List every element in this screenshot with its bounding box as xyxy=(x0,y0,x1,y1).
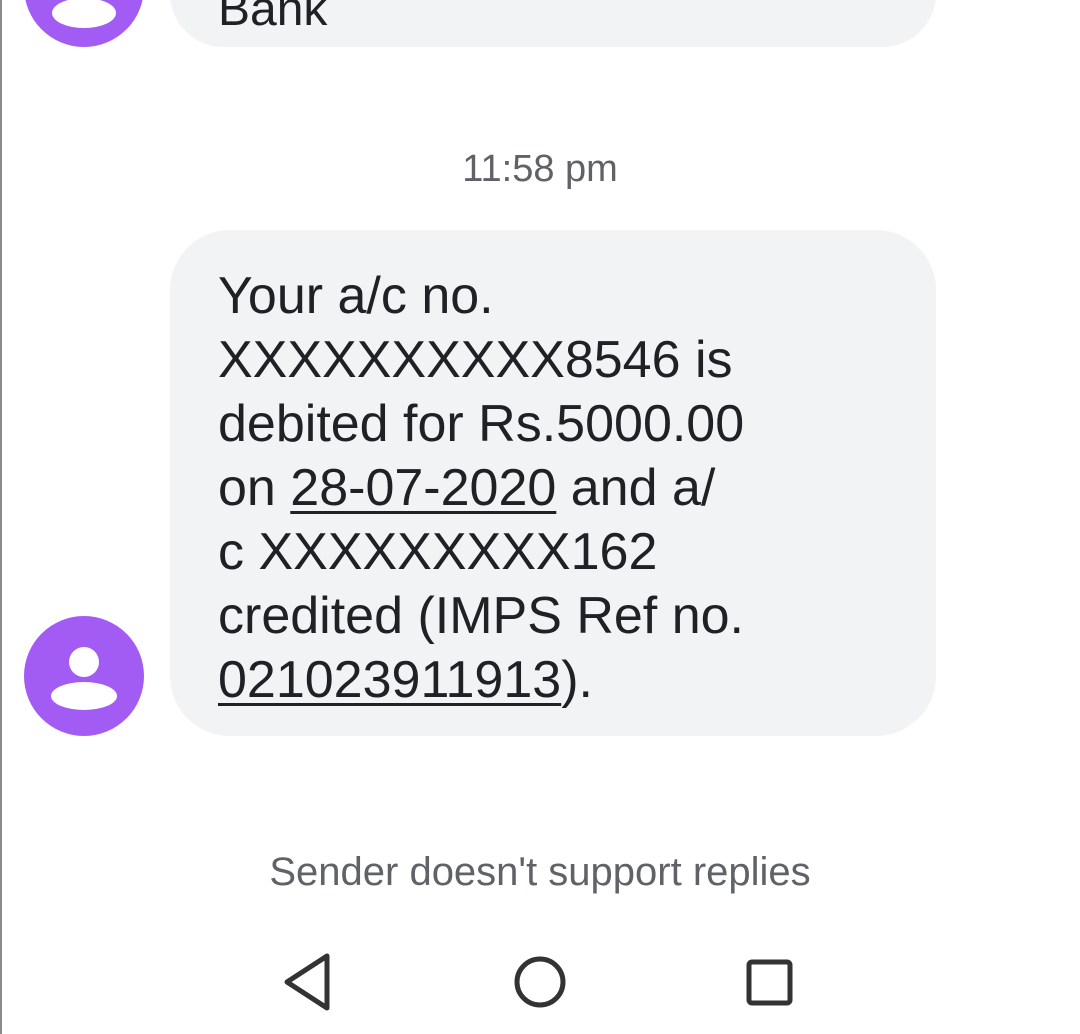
person-icon xyxy=(51,647,117,710)
date-link[interactable]: 28-07-2020 xyxy=(290,459,556,517)
message-line: XXXXXXXXXX8546 is xyxy=(218,331,733,389)
sender-avatar[interactable] xyxy=(24,0,144,47)
back-button[interactable] xyxy=(269,942,349,1022)
message-line: 021023911913). xyxy=(218,648,896,712)
message-bubble[interactable]: Your a/c no. XXXXXXXXXX8546 is debited f… xyxy=(170,230,936,736)
reference-number-link[interactable]: 021023911913 xyxy=(218,651,561,709)
message-text: Your a/c no. XXXXXXXXXX8546 is debited f… xyxy=(218,264,896,712)
recents-button[interactable] xyxy=(729,942,809,1022)
reply-unsupported-notice: Sender doesn't support replies xyxy=(269,850,811,894)
message-timestamp: 11:58 pm xyxy=(462,148,618,190)
back-triangle-icon xyxy=(284,953,330,1011)
message-line: Your a/c no. xyxy=(218,267,494,325)
message-text-fragment: and a/ xyxy=(556,459,716,517)
message-text-fragment: ). xyxy=(561,651,593,709)
recents-square-icon xyxy=(746,959,793,1006)
person-icon xyxy=(52,0,116,28)
message-text-fragment: on xyxy=(218,459,291,517)
message-line: debited for Rs.5000.00 xyxy=(218,395,745,453)
message-line: credited (IMPS Ref no. xyxy=(218,587,744,645)
previous-message-bubble[interactable]: Bank xyxy=(170,0,936,47)
navigation-bar xyxy=(0,930,1080,1034)
message-line: c XXXXXXXXX162 xyxy=(218,523,658,581)
sender-avatar[interactable] xyxy=(24,616,144,736)
message-line: on 28-07-2020 and a/ xyxy=(218,456,896,520)
previous-message-text: Bank xyxy=(218,0,328,36)
home-circle-icon xyxy=(514,956,566,1008)
home-button[interactable] xyxy=(500,942,580,1022)
